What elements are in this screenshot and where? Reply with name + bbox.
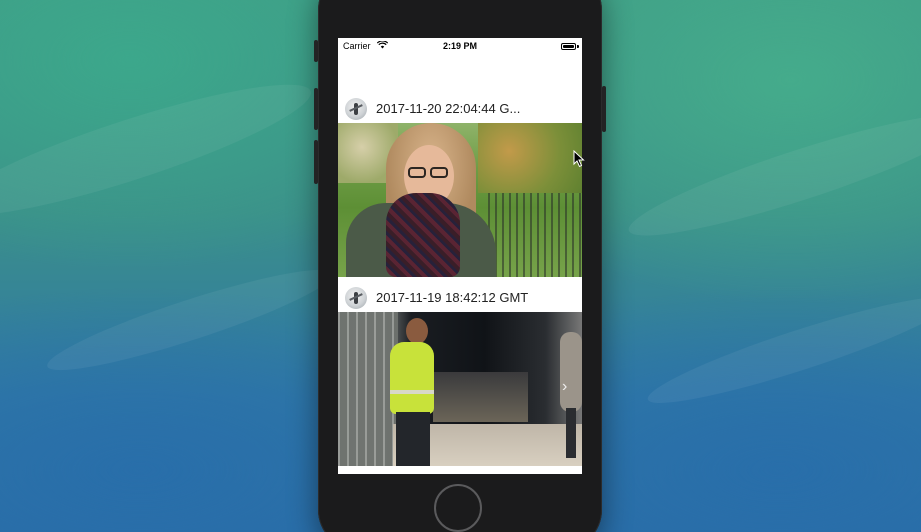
avatar-icon[interactable] [345,97,367,120]
volume-down-button-2 [314,140,318,184]
phone-screen: Carrier 2:19 PM 2017-11-20 22:04:44 G... [338,38,582,474]
power-button [602,86,606,132]
status-time: 2:19 PM [442,41,477,51]
avatar-icon[interactable] [345,286,367,309]
chevron-right-icon[interactable]: › [562,378,567,396]
feed-post[interactable]: 2017-11-20 22:04:44 G... [338,94,582,277]
battery-tip [577,45,579,48]
post-header: 2017-11-20 22:04:44 G... [338,94,582,123]
post-photo[interactable] [338,123,582,277]
post-header: 2017-11-19 18:42:12 GMT [338,283,582,312]
status-bar: Carrier 2:19 PM [338,38,582,56]
feed-post[interactable]: 2017-11-19 18:42:12 GMT › [338,283,582,466]
navigation-bar [338,56,582,94]
post-title: 2017-11-20 22:04:44 G... [376,101,521,116]
home-button[interactable] [434,484,482,532]
battery-icon [561,43,576,50]
mouse-cursor-icon [573,149,585,173]
post-photo[interactable]: › [338,312,582,466]
volume-up-button [314,40,318,62]
volume-down-button [314,88,318,130]
battery-level [563,45,574,48]
post-title: 2017-11-19 18:42:12 GMT [376,290,529,305]
